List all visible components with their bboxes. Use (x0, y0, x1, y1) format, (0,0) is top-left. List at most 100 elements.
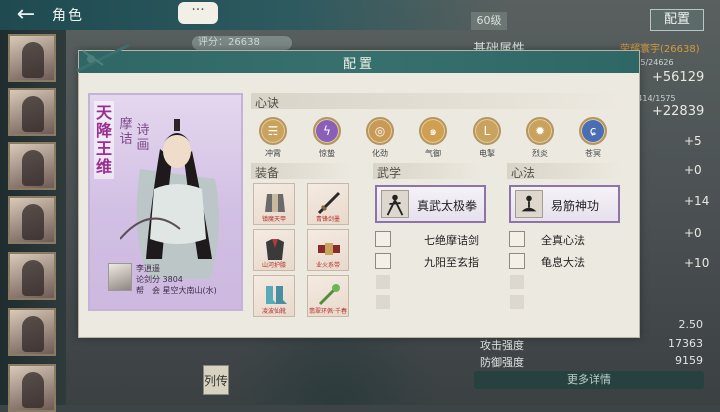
xinjue-label: 心诀 (255, 96, 280, 110)
finger-skill-icon[interactable] (375, 253, 391, 269)
bolt-icon[interactable]: L (473, 117, 501, 145)
equip-slot[interactable]: 镇魔天甲 (253, 183, 295, 225)
wave-icon[interactable]: ɕ (579, 117, 607, 145)
stat-big: +56129 (652, 70, 705, 85)
martial-art-icon (381, 190, 409, 218)
stat-bonus: +14 (684, 194, 710, 208)
equip-slot[interactable]: 山河护膝 (253, 229, 295, 271)
stat-bonus: +10 (684, 256, 710, 270)
skill-name: 苍冥 (585, 149, 601, 158)
xinfa-sub-name: 全真心法 (541, 234, 585, 247)
stat-value: 2.50 (678, 318, 704, 331)
player-guild: 帮 会 星空大南山(水) (136, 286, 217, 295)
skill-name: 气御 (425, 149, 441, 158)
equip-label: 装备 (255, 166, 280, 180)
wuxue-sub-name: 九阳至玄指 (424, 256, 479, 269)
character-sidebar (0, 30, 66, 412)
empty-slot[interactable] (376, 295, 390, 309)
card-subtitle: 诗画 (136, 123, 150, 153)
meditation-icon (515, 190, 543, 218)
armor-icon (265, 194, 285, 212)
skill-name: 惊蛰 (319, 149, 335, 158)
skill-name: 化劲 (372, 149, 388, 158)
equip-name: 业火系带 (315, 262, 340, 269)
wuxue-sub-name: 七绝摩诘剑 (424, 234, 479, 247)
equip-slot[interactable]: 青锋剑墨 (307, 183, 349, 225)
xinfa-main-slot[interactable]: 易筋神功 (509, 185, 620, 223)
xinjue-section: 心诀 (251, 93, 621, 110)
score-pill: 评分：26638 (192, 36, 292, 50)
sword-skill-icon[interactable] (375, 231, 391, 247)
skill-name: 冲霄 (265, 149, 281, 158)
equip-name: 青锋剑墨 (315, 216, 340, 223)
character-portrait[interactable] (8, 252, 56, 300)
stat-bonus: +0 (684, 163, 702, 177)
skill-name: 烈炎 (532, 149, 548, 158)
stat-bonus: +0 (684, 226, 702, 240)
stat-value: 9159 (675, 354, 703, 367)
equip-slot[interactable]: 凌波仙靴 (253, 275, 295, 317)
empty-slot[interactable] (376, 275, 390, 289)
player-avatar (108, 263, 132, 291)
character-portrait[interactable] (8, 308, 56, 356)
equip-name: 翡翠环佩·千春 (309, 308, 347, 315)
empty-slot[interactable] (510, 295, 524, 309)
top-bar: ← 角色 ··· (0, 0, 720, 30)
lightning-icon[interactable]: ϟ (313, 117, 341, 145)
character-portrait[interactable] (8, 196, 56, 244)
modal-title: 配置 (342, 57, 375, 72)
skill-name: 电掣 (479, 149, 495, 158)
wuxue-label: 武学 (377, 166, 402, 180)
stat-bonus: +5 (684, 134, 702, 148)
wuxue-main-name: 真武太极拳 (417, 199, 478, 213)
config-modal: 配置 天降王维 摩诘 诗画 李逍遥 论剑分 3804 帮 会 星空大南山(水) … (76, 43, 640, 338)
sword-decoration-icon (76, 43, 130, 73)
character-card: 天降王维 摩诘 诗画 李逍遥 论剑分 3804 帮 会 星空大南山(水) (88, 93, 243, 311)
stat-label: 攻击强度 (480, 339, 524, 352)
xinfa-label: 心法 (511, 166, 536, 180)
qi-icon[interactable]: ๑ (419, 117, 447, 145)
card-subtitle: 摩诘 (119, 117, 133, 147)
more-details-button[interactable]: 更多详情 (474, 371, 704, 389)
equip-slot[interactable]: 业火系带 (307, 229, 349, 271)
equip-slot[interactable]: 翡翠环佩·千春 (307, 275, 349, 317)
empty-slot[interactable] (510, 275, 524, 289)
xinfa-main-name: 易筋神功 (551, 199, 600, 213)
robe-icon (266, 239, 284, 260)
list-button[interactable]: 列传 (203, 365, 229, 395)
config-button[interactable]: 配置 (650, 9, 704, 31)
equip-section: 装备 (251, 163, 351, 180)
chat-bubble-icon: ··· (191, 2, 205, 18)
equip-name: 凌波仙靴 (261, 308, 286, 315)
belt-icon (318, 243, 340, 255)
jade-icon (318, 284, 340, 306)
player-name: 李逍遥 (136, 264, 160, 273)
stat-value: 17363 (668, 337, 703, 350)
stat-label: 防御强度 (480, 356, 524, 369)
xinfa-sub-name: 龟息大法 (541, 256, 585, 269)
wuxue-main-slot[interactable]: 真武太极拳 (375, 185, 486, 223)
equip-name: 镇魔天甲 (261, 216, 286, 223)
character-portrait[interactable] (8, 88, 56, 136)
wuxue-section: 武学 (373, 163, 483, 180)
stat-big: +22839 (652, 104, 705, 119)
sword-icon (317, 191, 341, 215)
modal-header: 配置 (79, 51, 639, 73)
swirl-icon[interactable]: ◎ (366, 117, 394, 145)
character-portrait[interactable] (8, 142, 56, 190)
equip-name: 山河护膝 (261, 262, 286, 269)
wind-icon[interactable]: ☴ (259, 117, 287, 145)
xinfa-skill-icon[interactable] (509, 253, 525, 269)
xinfa-skill-icon[interactable] (509, 231, 525, 247)
boots-icon (266, 286, 287, 304)
player-info: 李逍遥 论剑分 3804 帮 会 星空大南山(水) (136, 263, 217, 296)
back-button[interactable]: ← (4, 2, 48, 28)
chat-bubble-button[interactable]: ··· (178, 2, 218, 24)
player-score: 论剑分 3804 (136, 275, 183, 284)
page-title: 角色 (52, 8, 84, 24)
back-arrow-icon: ← (16, 2, 36, 27)
character-portrait[interactable] (8, 34, 56, 82)
flame-icon[interactable]: ✹ (526, 117, 554, 145)
level-badge: 60级 (471, 12, 507, 30)
xinfa-section: 心法 (507, 163, 621, 180)
